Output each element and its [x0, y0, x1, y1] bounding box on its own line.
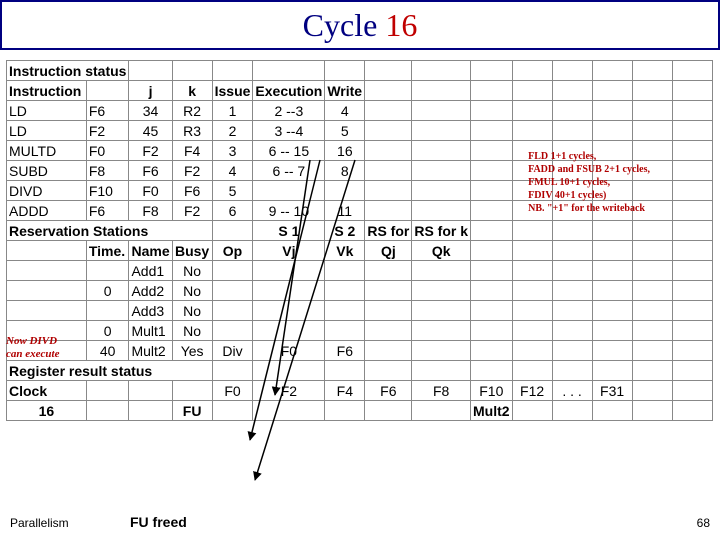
note-line: NB. "+1" for the writeback: [528, 202, 650, 215]
reg-f4: F4: [325, 381, 365, 401]
col-write: Write: [325, 81, 365, 101]
col-rs-k: RS for k: [412, 221, 471, 241]
instruction-status-header: Instruction status: [7, 61, 129, 81]
col-name: Name: [129, 241, 172, 261]
col-qj: Qj: [365, 241, 412, 261]
rs-row: 40Mult2YesDivF0F6: [7, 341, 713, 361]
note-line: FMUL 10+1 cycles,: [528, 176, 650, 189]
footer-left: Parallelism: [10, 516, 69, 530]
reg-f10: F10: [471, 381, 513, 401]
reservation-header: Reservation Stations: [7, 221, 213, 241]
divd-note: Now DIVD can execute: [6, 335, 59, 361]
reg-f2: F2: [253, 381, 325, 401]
col-rs-j: RS for: [365, 221, 412, 241]
col-k: k: [172, 81, 212, 101]
clock-label: Clock: [7, 381, 87, 401]
note-line: FDIV 40+1 cycles): [528, 189, 650, 202]
note-line: FLD 1+1 cycles,: [528, 150, 650, 163]
col-s1: S 1: [253, 221, 325, 241]
reg-f0: F0: [212, 381, 253, 401]
col-busy: Busy: [172, 241, 212, 261]
rs-row: Add3No: [7, 301, 713, 321]
col-instruction: Instruction: [7, 81, 87, 101]
main-table: Instruction status Instruction j k Issue…: [6, 60, 713, 421]
reg-f31: F31: [592, 381, 632, 401]
col-issue: Issue: [212, 81, 253, 101]
note-line: FADD and FSUB 2+1 cycles,: [528, 163, 650, 176]
title-bar: Cycle 16: [0, 0, 720, 50]
col-op: Op: [212, 241, 253, 261]
col-execution: Execution: [253, 81, 325, 101]
col-time: Time.: [86, 241, 129, 261]
latency-notes: FLD 1+1 cycles, FADD and FSUB 2+1 cycles…: [528, 150, 650, 215]
slide-title: Cycle 16: [303, 7, 418, 44]
rs-row: 0Mult1No: [7, 321, 713, 341]
reg-f8: F8: [412, 381, 471, 401]
register-status-header: Register result status: [7, 361, 213, 381]
title-word-1: Cycle: [303, 7, 378, 43]
rs-row: Add1No: [7, 261, 713, 281]
col-vj: Vj: [253, 241, 325, 261]
col-qk: Qk: [412, 241, 471, 261]
reg-f6: F6: [365, 381, 412, 401]
footer-center: FU freed: [130, 514, 187, 530]
side-note-line: Now DIVD: [6, 335, 59, 348]
side-note-line: can execute: [6, 348, 59, 361]
fu-label: FU: [172, 401, 212, 421]
rs-row: 0Add2No: [7, 281, 713, 301]
col-vk: Vk: [325, 241, 365, 261]
page-number: 68: [697, 516, 710, 530]
reg-ellipsis: . . .: [552, 381, 592, 401]
title-word-2: 16: [385, 7, 417, 43]
col-s2: S 2: [325, 221, 365, 241]
clock-value: 16: [7, 401, 87, 421]
reg-f12: F12: [512, 381, 552, 401]
instr-row: LD F2 45 R3 2 3 --4 5: [7, 121, 713, 141]
col-j: j: [129, 81, 172, 101]
instr-row: LD F6 34 R2 1 2 --3 4: [7, 101, 713, 121]
